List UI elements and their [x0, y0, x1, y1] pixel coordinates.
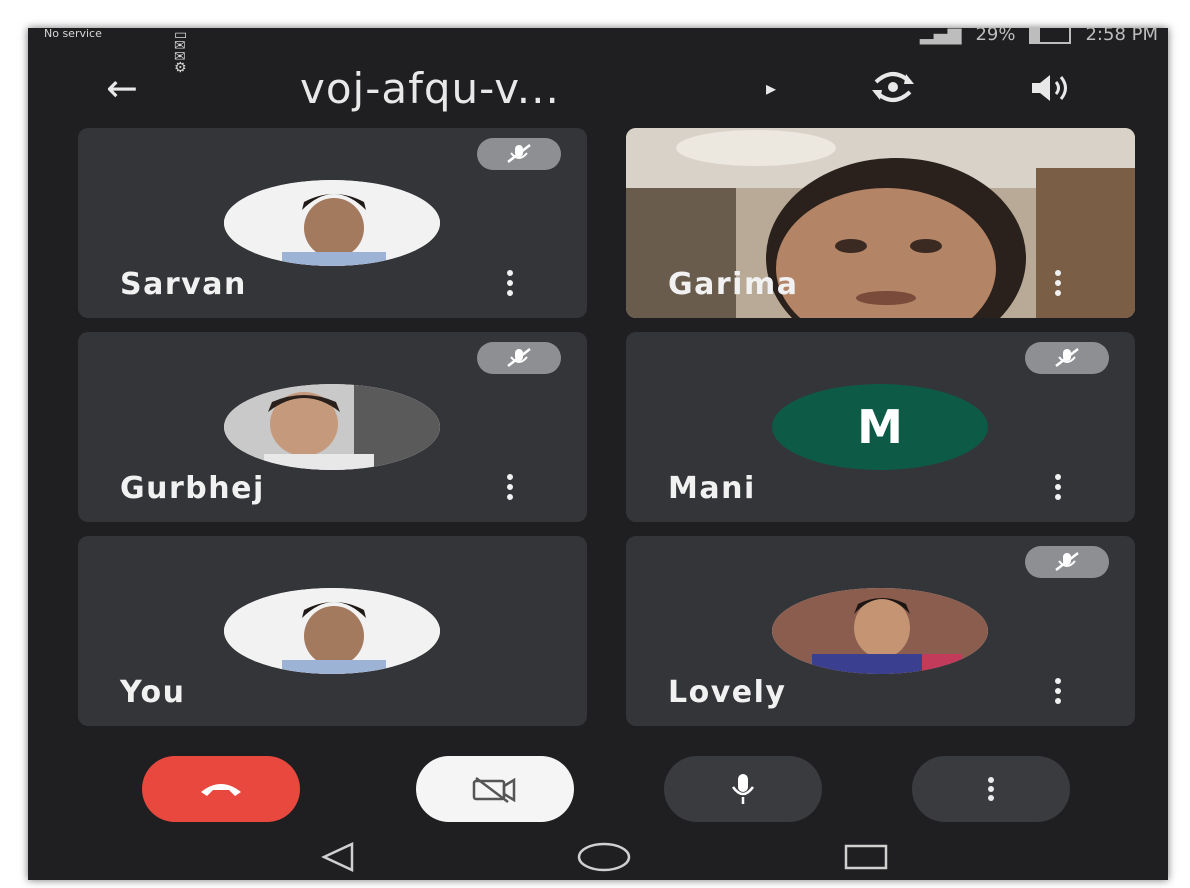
avatar-initial: M	[772, 384, 988, 470]
microphone-toggle-button[interactable]	[664, 756, 822, 822]
switch-camera-icon[interactable]	[870, 68, 916, 106]
battery-percent: 29%	[975, 28, 1016, 45]
camera-toggle-button[interactable]	[416, 756, 574, 822]
battery-icon	[1029, 28, 1072, 44]
participant-name: Gurbhej	[120, 471, 265, 506]
mic-off-icon	[1055, 348, 1079, 367]
participant-name: You	[120, 675, 186, 710]
call-controls	[28, 756, 1168, 826]
avatar	[224, 384, 440, 470]
more-options-icon[interactable]	[1055, 270, 1063, 296]
participant-name: Mani	[668, 471, 756, 506]
more-vert-icon	[988, 774, 994, 804]
end-call-button[interactable]	[142, 756, 300, 822]
navigation-bar	[28, 840, 1168, 880]
avatar	[224, 588, 440, 674]
muted-mic-badge	[1025, 546, 1109, 578]
muted-mic-badge	[1025, 342, 1109, 374]
participant-tile-you[interactable]: You	[78, 536, 587, 726]
meeting-title[interactable]: voj-afqu-v...	[300, 64, 560, 114]
camera-off-icon	[472, 777, 516, 803]
top-bar: ← voj-afqu-v... ▸	[28, 64, 1168, 124]
more-options-icon[interactable]	[507, 270, 515, 296]
mic-off-icon	[507, 348, 531, 367]
participant-name: Garima	[668, 267, 799, 302]
title-caret-icon[interactable]: ▸	[766, 76, 776, 100]
microphone-icon	[731, 774, 755, 804]
participant-tile-sarvan[interactable]: Sarvan	[78, 128, 587, 318]
signal-icon: ▂▄▆	[919, 28, 962, 45]
more-options-icon[interactable]	[1055, 678, 1063, 704]
clock: 2:58 PM	[1085, 28, 1158, 45]
muted-mic-badge	[477, 138, 561, 170]
mic-off-icon	[1055, 552, 1079, 571]
carrier-status: No service	[44, 28, 102, 40]
participant-tile-lovely[interactable]: Lovely	[626, 536, 1135, 726]
speaker-icon[interactable]	[1030, 72, 1072, 104]
muted-mic-badge	[477, 342, 561, 374]
participant-tile-gurbhej[interactable]: Gurbhej	[78, 332, 587, 522]
nav-home-icon[interactable]	[576, 840, 632, 874]
nav-recents-icon[interactable]	[842, 840, 890, 874]
avatar	[772, 588, 988, 674]
back-arrow-icon[interactable]: ←	[106, 68, 138, 108]
mic-off-icon	[507, 144, 531, 163]
status-left: No service ▭ ✉ ✉ ⚙	[44, 28, 187, 75]
nav-back-icon[interactable]	[318, 840, 358, 874]
participant-name: Lovely	[668, 675, 787, 710]
more-options-icon[interactable]	[507, 474, 515, 500]
more-options-icon[interactable]	[1055, 474, 1063, 500]
avatar	[224, 180, 440, 266]
participant-tile-garima[interactable]: Garima	[626, 128, 1135, 318]
more-options-button[interactable]	[912, 756, 1070, 822]
meet-call-screen: No service ▭ ✉ ✉ ⚙ ▂▄▆ 29% 2:58 PM ← voj…	[28, 28, 1168, 880]
status-bar: No service ▭ ✉ ✉ ⚙ ▂▄▆ 29% 2:58 PM	[28, 28, 1168, 75]
participant-name: Sarvan	[120, 267, 247, 302]
hang-up-icon	[201, 784, 241, 796]
status-right: ▂▄▆ 29% 2:58 PM	[920, 28, 1158, 45]
participant-tile-mani[interactable]: M Mani	[626, 332, 1135, 522]
